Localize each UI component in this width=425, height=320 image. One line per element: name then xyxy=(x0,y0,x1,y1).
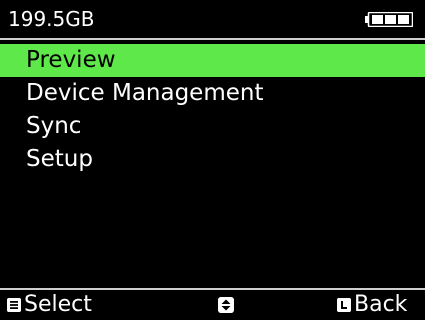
select-label[interactable]: Select xyxy=(24,291,92,319)
status-bar: 199.5GB xyxy=(0,0,425,38)
storage-capacity: 199.5GB xyxy=(8,7,95,31)
menu-key-icon xyxy=(7,298,21,312)
battery-icon xyxy=(365,12,413,27)
device-screen: 199.5GB Preview Device Management Sync S… xyxy=(0,0,425,320)
back-label[interactable]: Back xyxy=(354,291,407,319)
l-key-icon xyxy=(337,298,351,312)
menu-item-device-management[interactable]: Device Management xyxy=(0,77,425,110)
main-menu: Preview Device Management Sync Setup xyxy=(0,44,425,176)
top-divider xyxy=(0,38,425,40)
menu-item-preview[interactable]: Preview xyxy=(0,44,425,77)
softkey-bar: Select Back xyxy=(0,290,425,320)
up-down-nav-icon xyxy=(218,297,234,313)
menu-item-sync[interactable]: Sync xyxy=(0,110,425,143)
menu-item-setup[interactable]: Setup xyxy=(0,143,425,176)
